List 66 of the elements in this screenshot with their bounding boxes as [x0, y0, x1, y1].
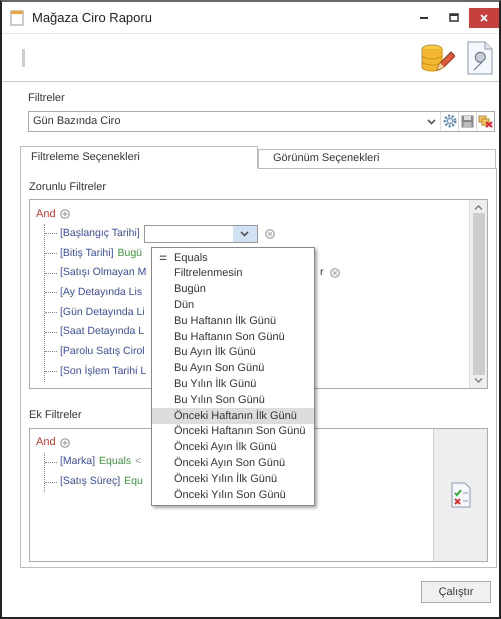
dropdown-button[interactable]	[232, 226, 257, 242]
field-name[interactable]: [Gün Detayında Li	[60, 304, 145, 320]
caret-icon	[426, 118, 436, 124]
dropdown-option[interactable]: Önceki Yılın İlk Günü	[152, 471, 314, 487]
filter-combobox[interactable]: Gün Bazında Ciro	[28, 110, 495, 132]
dropdown-option[interactable]: Dün	[152, 297, 314, 314]
field-name[interactable]: [Bitiş Tarihi]	[60, 246, 114, 262]
close-button[interactable]	[469, 8, 499, 28]
remove-icon[interactable]	[330, 268, 340, 278]
filter-value[interactable]: r	[320, 265, 324, 282]
dropdown-option[interactable]: Bu Yılın İlk Günü	[152, 376, 314, 392]
operator-label[interactable]: And	[36, 434, 56, 451]
settings-icon	[442, 114, 456, 128]
add-icon[interactable]	[60, 438, 70, 448]
dropdown-option[interactable]: Önceki Yılın Son Günü	[152, 486, 314, 503]
filter-value: Gün Bazında Ciro	[32, 114, 122, 129]
save-button[interactable]	[458, 112, 476, 130]
dropdown-option[interactable]: Önceki Ayın Son Günü	[152, 455, 314, 472]
field-name[interactable]: [Parolu Satış Cirol	[60, 344, 145, 360]
field-name[interactable]: [Satış Süreç]	[60, 474, 120, 490]
dropdown-option[interactable]: Bugün	[152, 282, 314, 298]
dropdown-option[interactable]: Filtrelenmesin	[152, 266, 314, 282]
value-editor[interactable]	[144, 224, 258, 243]
save-icon	[461, 114, 474, 128]
remove-icon[interactable]	[264, 228, 275, 239]
checklist-icon[interactable]	[450, 482, 470, 508]
delete-icon	[478, 114, 493, 128]
maximize-icon	[449, 12, 459, 22]
toolbar-grip	[22, 48, 25, 66]
close-icon	[479, 12, 489, 22]
operator-label[interactable]: Equ	[124, 474, 143, 490]
section-label: Ek Filtreler	[29, 408, 82, 423]
dropdown-option[interactable]: = Equals	[152, 250, 314, 266]
tab[interactable]: Filtreleme Seçenekleri	[20, 146, 258, 168]
current-marker: =	[158, 251, 168, 264]
filter-value[interactable]: Bugü	[118, 246, 142, 262]
operator-label[interactable]: Equals	[99, 454, 132, 470]
dropdown-option[interactable]: Bu Ayın İlk Günü	[152, 344, 314, 361]
tab[interactable]: Görünüm Seçenekleri	[258, 148, 496, 168]
dropdown-option[interactable]: Bu Haftanın Son Günü	[152, 328, 314, 345]
add-icon[interactable]	[60, 209, 70, 219]
settings-button[interactable]	[440, 112, 458, 130]
window-title: Mağaza Ciro Raporu	[32, 8, 153, 27]
dropdown-option[interactable]: Bu Ayın Son Günü	[152, 360, 314, 376]
scroll-down-icon[interactable]	[474, 377, 483, 384]
scrollbar[interactable]	[469, 200, 487, 388]
minimize-icon	[420, 16, 428, 18]
field-name[interactable]: [Satışı Olmayan M	[60, 265, 146, 282]
operator-label[interactable]: And	[36, 206, 56, 222]
filter-label: Filtreler	[28, 91, 66, 106]
field-name[interactable]: [Saat Detayında L	[60, 324, 144, 340]
dropdown-option[interactable]: Önceki Haftanın Son Günü	[152, 424, 314, 440]
section-label: Zorunlu Filtreler	[29, 180, 106, 194]
caret-icon	[240, 230, 250, 238]
run-button[interactable]: Çalıştır	[421, 581, 491, 604]
field-name[interactable]: [Başlangıç Tarihi]	[60, 226, 140, 242]
dropdown-option[interactable]: Bu Yılın Son Günü	[152, 392, 314, 408]
field-name[interactable]: [Son İşlem Tarihi L	[60, 364, 146, 380]
field-name[interactable]: [Ay Detayında Lis	[60, 285, 142, 301]
dropdown-option[interactable]: Bu Haftanın İlk Günü	[152, 313, 314, 329]
scroll-up-icon[interactable]	[474, 204, 483, 211]
dropdown-option[interactable]: Önceki Haftanın İlk Günü	[152, 408, 314, 424]
field-name[interactable]: [Marka]	[60, 454, 96, 470]
delete-button[interactable]	[476, 112, 494, 130]
dropdown-option[interactable]: Önceki Ayın İlk Günü	[152, 440, 314, 456]
window-icon	[10, 10, 24, 26]
